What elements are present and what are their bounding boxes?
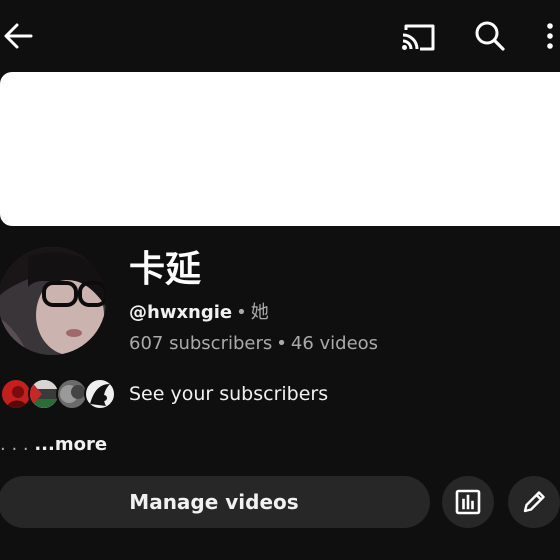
separator-dot: •: [276, 333, 287, 354]
channel-banner[interactable]: [0, 72, 560, 226]
search-button[interactable]: [470, 16, 510, 56]
channel-stats: 607 subscribers • 46 videos: [129, 331, 378, 357]
more-link[interactable]: ...more: [34, 434, 107, 455]
analytics-icon: [455, 489, 481, 515]
video-count: 46 videos: [290, 333, 379, 354]
channel-pronoun: 她: [250, 302, 269, 323]
more-options-button[interactable]: [540, 16, 560, 56]
channel-handle-row: @hwxngie • 她: [129, 300, 269, 326]
manage-videos-button[interactable]: Manage videos: [0, 476, 430, 528]
top-app-bar: [0, 0, 560, 72]
separator-dot: •: [236, 302, 247, 323]
subscriber-avatar-bw: [84, 378, 116, 410]
edit-pencil-icon: [523, 491, 545, 513]
description-preview: . . .: [0, 434, 35, 455]
cast-icon: [402, 24, 435, 51]
subscriber-count: 607 subscribers: [129, 333, 273, 354]
edit-channel-button[interactable]: [508, 476, 560, 528]
manage-videos-label: Manage videos: [129, 490, 299, 514]
see-subscribers-link[interactable]: See your subscribers: [129, 381, 328, 407]
description-more[interactable]: . . . ...more: [0, 432, 107, 458]
channel-handle: @hwxngie: [129, 302, 233, 323]
channel-name: 卡延: [129, 249, 202, 290]
avatar-photo: [0, 247, 106, 355]
channel-avatar[interactable]: [0, 247, 106, 355]
back-button[interactable]: [0, 16, 36, 56]
analytics-button[interactable]: [442, 476, 494, 528]
arrow-left-icon: [4, 23, 33, 49]
see-subscribers-row[interactable]: See your subscribers: [0, 372, 560, 416]
more-vertical-icon: [547, 23, 553, 49]
search-icon: [475, 21, 505, 51]
cast-button[interactable]: [398, 18, 438, 56]
